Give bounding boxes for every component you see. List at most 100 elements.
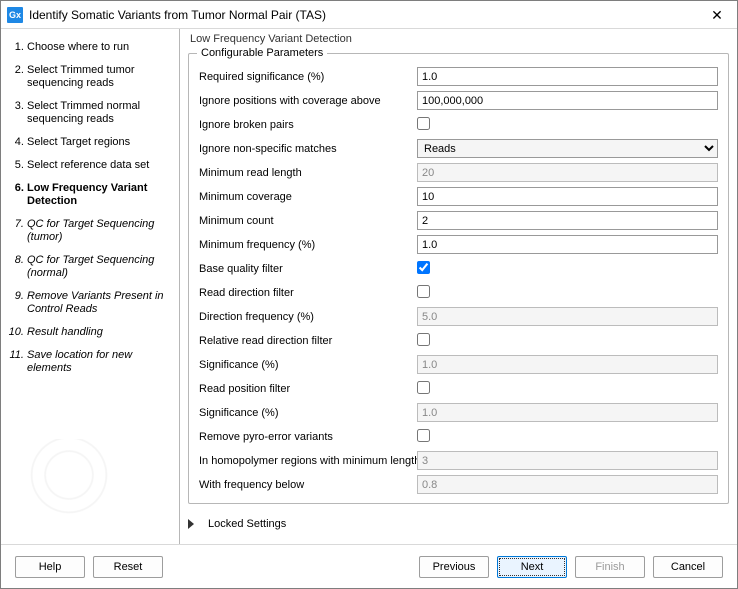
wizard-steps-sidebar: Choose where to run Select Trimmed tumor … bbox=[1, 29, 180, 544]
param-control: Reads bbox=[417, 139, 718, 158]
param-label: Ignore non-specific matches bbox=[199, 143, 417, 155]
watermark-icon bbox=[21, 439, 141, 529]
param-input bbox=[417, 403, 718, 422]
locked-settings-label: Locked Settings bbox=[208, 518, 286, 530]
param-checkbox[interactable] bbox=[417, 261, 430, 274]
param-control bbox=[417, 451, 718, 470]
param-label: Remove pyro-error variants bbox=[199, 431, 417, 443]
wizard-step-4: Select Target regions bbox=[27, 136, 169, 149]
param-label: Significance (%) bbox=[199, 359, 417, 371]
param-control bbox=[417, 475, 718, 494]
configurable-parameters-fieldset: Configurable Parameters Required signifi… bbox=[188, 47, 729, 504]
app-icon: Gx bbox=[7, 7, 23, 23]
wizard-window: Gx Identify Somatic Variants from Tumor … bbox=[0, 0, 738, 589]
param-label: Minimum coverage bbox=[199, 191, 417, 203]
locked-settings-toggle[interactable]: Locked Settings bbox=[180, 512, 737, 538]
panel-title: Low Frequency Variant Detection bbox=[180, 29, 737, 47]
previous-button[interactable]: Previous bbox=[419, 556, 489, 578]
param-control bbox=[417, 187, 718, 206]
param-control bbox=[417, 261, 718, 277]
wizard-step-5: Select reference data set bbox=[27, 159, 169, 172]
wizard-step-6: Low Frequency Variant Detection bbox=[27, 182, 169, 208]
step-list: Choose where to run Select Trimmed tumor … bbox=[27, 41, 169, 375]
fieldset-legend: Configurable Parameters bbox=[197, 47, 327, 59]
param-control bbox=[417, 307, 718, 326]
main-panel: Low Frequency Variant Detection Configur… bbox=[180, 29, 737, 544]
param-row: Minimum count bbox=[199, 209, 718, 232]
wizard-step-1: Choose where to run bbox=[27, 41, 169, 54]
param-row: Remove pyro-error variants bbox=[199, 425, 718, 448]
param-row: Minimum coverage bbox=[199, 185, 718, 208]
param-row: Base quality filter bbox=[199, 257, 718, 280]
param-row: In homopolymer regions with minimum leng… bbox=[199, 449, 718, 472]
param-row: Significance (%) bbox=[199, 353, 718, 376]
param-label: Base quality filter bbox=[199, 263, 417, 275]
param-control bbox=[417, 67, 718, 86]
param-row: Minimum frequency (%) bbox=[199, 233, 718, 256]
param-input bbox=[417, 451, 718, 470]
param-row: Read position filter bbox=[199, 377, 718, 400]
cancel-button[interactable]: Cancel bbox=[653, 556, 723, 578]
finish-button: Finish bbox=[575, 556, 645, 578]
param-label: Ignore positions with coverage above bbox=[199, 95, 417, 107]
param-input bbox=[417, 475, 718, 494]
expand-arrow-icon bbox=[188, 519, 194, 529]
param-input[interactable] bbox=[417, 187, 718, 206]
param-label: In homopolymer regions with minimum leng… bbox=[199, 455, 417, 467]
title-bar: Gx Identify Somatic Variants from Tumor … bbox=[1, 1, 737, 29]
param-checkbox[interactable] bbox=[417, 333, 430, 346]
param-input bbox=[417, 355, 718, 374]
wizard-step-2: Select Trimmed tumor sequencing reads bbox=[27, 64, 169, 90]
param-label: Minimum count bbox=[199, 215, 417, 227]
window-title: Identify Somatic Variants from Tumor Nor… bbox=[29, 8, 326, 22]
param-input[interactable] bbox=[417, 235, 718, 254]
param-input[interactable] bbox=[417, 211, 718, 230]
param-control bbox=[417, 91, 718, 110]
reset-button[interactable]: Reset bbox=[93, 556, 163, 578]
param-row: Required significance (%) bbox=[199, 65, 718, 88]
param-input[interactable] bbox=[417, 91, 718, 110]
param-control bbox=[417, 235, 718, 254]
param-label: Significance (%) bbox=[199, 407, 417, 419]
param-input bbox=[417, 163, 718, 182]
param-control bbox=[417, 403, 718, 422]
param-select[interactable]: Reads bbox=[417, 139, 718, 158]
param-checkbox[interactable] bbox=[417, 381, 430, 394]
parameter-rows: Required significance (%) Ignore position… bbox=[189, 59, 728, 503]
wizard-step-3: Select Trimmed normal sequencing reads bbox=[27, 100, 169, 126]
param-label: Relative read direction filter bbox=[199, 335, 417, 347]
param-label: Read position filter bbox=[199, 383, 417, 395]
param-row: Ignore broken pairs bbox=[199, 113, 718, 136]
param-row: Direction frequency (%) bbox=[199, 305, 718, 328]
param-control bbox=[417, 381, 718, 397]
wizard-step-9: Remove Variants Present in Control Reads bbox=[27, 290, 169, 316]
param-checkbox[interactable] bbox=[417, 429, 430, 442]
next-button[interactable]: Next bbox=[497, 556, 567, 578]
param-checkbox[interactable] bbox=[417, 117, 430, 130]
param-control bbox=[417, 285, 718, 301]
wizard-step-10: Result handling bbox=[27, 326, 169, 339]
param-label: Minimum read length bbox=[199, 167, 417, 179]
param-input[interactable] bbox=[417, 67, 718, 86]
param-row: Ignore positions with coverage above bbox=[199, 89, 718, 112]
param-control bbox=[417, 163, 718, 182]
param-label: Required significance (%) bbox=[199, 71, 417, 83]
close-icon[interactable]: ✕ bbox=[697, 1, 737, 29]
param-label: Direction frequency (%) bbox=[199, 311, 417, 323]
help-button[interactable]: Help bbox=[15, 556, 85, 578]
param-label: Ignore broken pairs bbox=[199, 119, 417, 131]
param-control bbox=[417, 355, 718, 374]
param-label: Read direction filter bbox=[199, 287, 417, 299]
param-control bbox=[417, 117, 718, 133]
param-row: Read direction filter bbox=[199, 281, 718, 304]
wizard-step-8: QC for Target Sequencing (normal) bbox=[27, 254, 169, 280]
wizard-step-7: QC for Target Sequencing (tumor) bbox=[27, 218, 169, 244]
param-row: Relative read direction filter bbox=[199, 329, 718, 352]
param-control bbox=[417, 429, 718, 445]
footer: Help Reset Previous Next Finish Cancel bbox=[1, 544, 737, 588]
param-control bbox=[417, 211, 718, 230]
param-row: With frequency below bbox=[199, 473, 718, 496]
param-checkbox[interactable] bbox=[417, 285, 430, 298]
param-label: With frequency below bbox=[199, 479, 417, 491]
param-row: Minimum read length bbox=[199, 161, 718, 184]
